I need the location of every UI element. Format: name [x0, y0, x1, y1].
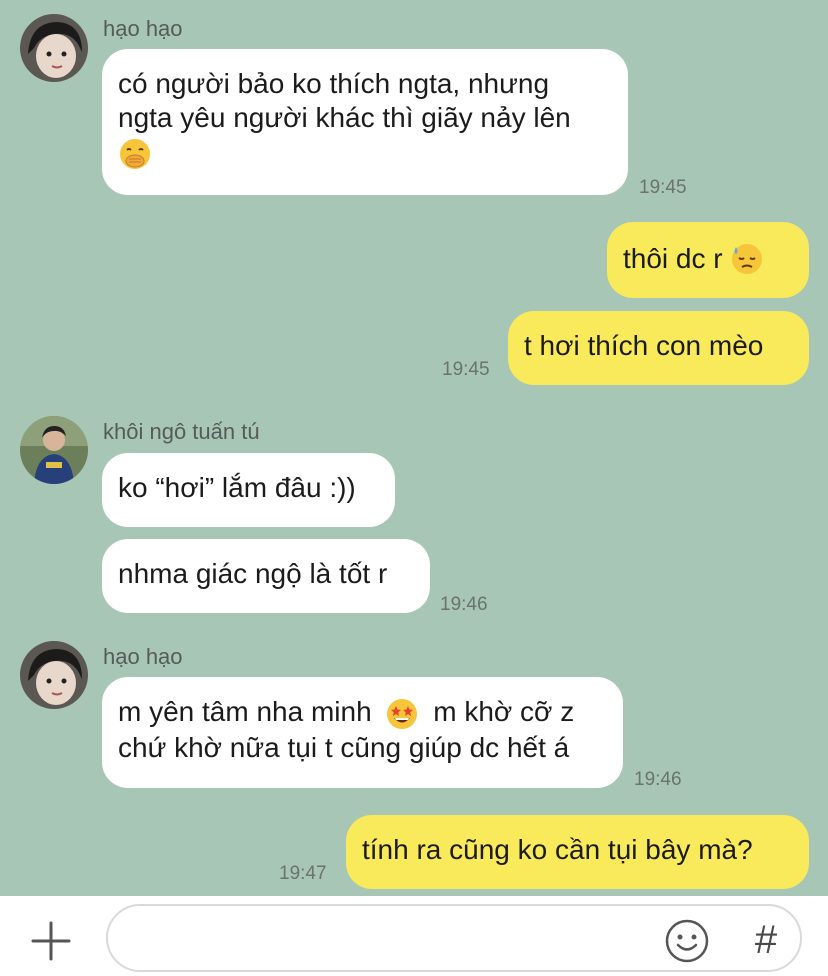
- sender-name: hạo hạo: [103, 644, 183, 669]
- timestamp: 19:45: [442, 359, 490, 380]
- face-with-hand-over-mouth-icon: [118, 137, 152, 171]
- message-text: m yên tâm nha minh: [118, 696, 372, 727]
- message-text: có người bảo ko thích ngta, nhưng: [118, 68, 550, 99]
- message-bubble[interactable]: m yên tâm nha minh m khờ cỡ z chứ khờ nữ…: [102, 677, 623, 788]
- message-text: ko “hơi” lắm đâu :)): [118, 472, 356, 503]
- message-text: t hơi thích con mèo: [524, 330, 764, 361]
- downcast-face-with-sweat-icon: [730, 242, 764, 276]
- chat-area[interactable]: hạo hạo có người bảo ko thích ngta, nhưn…: [0, 0, 828, 896]
- message-text: nhma giác ngộ là tốt r: [118, 558, 388, 589]
- hashtag-button[interactable]: #: [746, 916, 786, 964]
- avatar-hao-hao[interactable]: [20, 14, 88, 82]
- message-text: chứ khờ nữa tụi t cũng giúp dc hết á: [118, 731, 570, 763]
- message-bubble[interactable]: tính ra cũng ko cần tụi bây mà?: [346, 815, 809, 889]
- plus-icon[interactable]: [30, 920, 72, 962]
- avatar-khoi-ngo-tuan-tu[interactable]: [20, 416, 88, 484]
- message-text: thôi dc r: [623, 242, 723, 274]
- timestamp: 19:45: [639, 177, 687, 198]
- message-bubble[interactable]: có người bảo ko thích ngta, nhưng ngta y…: [102, 49, 628, 195]
- message-bubble[interactable]: nhma giác ngộ là tốt r: [102, 539, 430, 613]
- timestamp: 19:46: [634, 769, 682, 790]
- message-text: m khờ cỡ z: [433, 696, 575, 727]
- message-bubble[interactable]: ko “hơi” lắm đâu :)): [102, 453, 395, 527]
- star-struck-icon: [385, 697, 419, 731]
- message-bubble[interactable]: thôi dc r: [607, 222, 809, 298]
- message-bubble[interactable]: t hơi thích con mèo: [508, 311, 809, 385]
- message-text: tính ra cũng ko cần tụi bây mà?: [362, 834, 753, 865]
- message-text: ngta yêu người khác thì giãy nảy lên: [118, 102, 571, 133]
- message-input[interactable]: [128, 918, 652, 960]
- avatar-hao-hao[interactable]: [20, 641, 88, 709]
- sender-name: khôi ngô tuấn tú: [103, 419, 260, 444]
- timestamp: 19:46: [440, 594, 488, 615]
- sender-name: hạo hạo: [103, 16, 183, 41]
- smiley-icon[interactable]: [664, 918, 710, 964]
- timestamp: 19:47: [279, 863, 327, 884]
